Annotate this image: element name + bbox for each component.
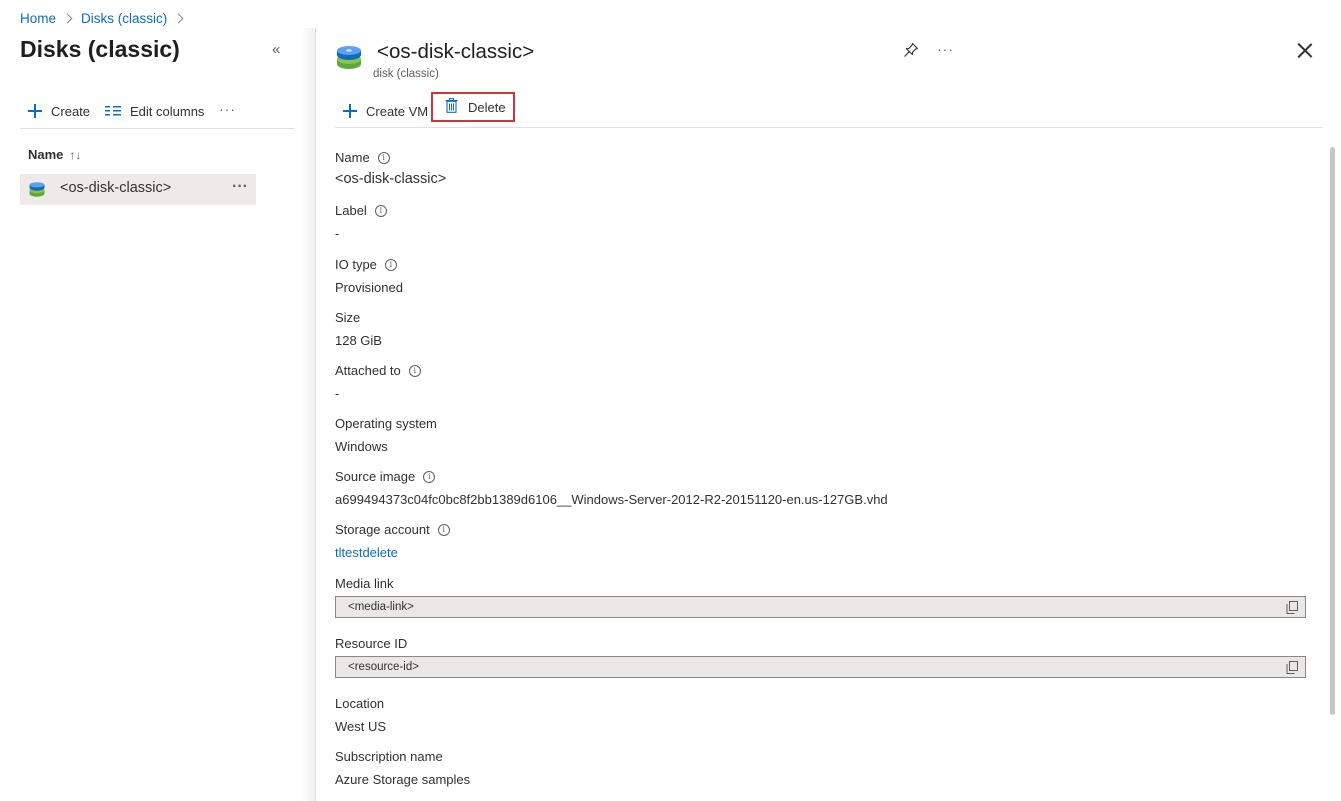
delete-button[interactable]: Delete bbox=[431, 92, 515, 122]
property-io-type: IO type i Provisioned bbox=[335, 257, 403, 295]
edit-columns-icon bbox=[105, 105, 121, 117]
media-link-field[interactable]: <media-link> bbox=[335, 596, 1306, 618]
breadcrumb-disks-link[interactable]: Disks (classic) bbox=[81, 11, 167, 26]
scrollbar[interactable] bbox=[1330, 147, 1335, 715]
resource-id-value: <resource-id> bbox=[348, 661, 419, 673]
create-button-label: Create bbox=[51, 103, 91, 119]
property-label: Label bbox=[335, 203, 367, 218]
list-item[interactable]: <os-disk-classic> ··· bbox=[20, 174, 256, 205]
property-value: West US bbox=[335, 719, 387, 734]
property-value: Provisioned bbox=[335, 280, 403, 295]
property-value: Azure Storage samples bbox=[335, 772, 471, 787]
name-column-header[interactable]: Name ↑↓ bbox=[28, 147, 81, 162]
property-location: Location West US bbox=[335, 696, 386, 734]
info-icon[interactable]: i bbox=[374, 204, 387, 217]
detail-subtitle: disk (classic) bbox=[373, 68, 439, 80]
close-icon[interactable] bbox=[1297, 43, 1312, 58]
property-value: 128 GiB bbox=[335, 333, 382, 348]
breadcrumb: Home Disks (classic) bbox=[20, 9, 192, 27]
property-label: IO type bbox=[335, 257, 377, 272]
resource-id-field[interactable]: <resource-id> bbox=[335, 656, 1306, 678]
create-button[interactable]: Create bbox=[28, 100, 90, 122]
sort-icon[interactable]: ↑↓ bbox=[69, 148, 81, 162]
property-value: <os-disk-classic> bbox=[335, 171, 447, 187]
property-attached-to: Attached to i - bbox=[335, 363, 421, 401]
info-icon[interactable]: i bbox=[437, 523, 450, 536]
property-name: Name i <os-disk-classic> bbox=[335, 150, 446, 187]
trash-icon bbox=[445, 97, 458, 116]
property-label: Storage account bbox=[335, 522, 430, 537]
breadcrumb-separator-icon bbox=[173, 13, 184, 23]
property-label: Operating system bbox=[335, 416, 437, 431]
property-source-image: Source image i a699494373c04fc0bc8f2bb138… bbox=[335, 469, 888, 507]
header-more-button[interactable]: ··· bbox=[937, 41, 954, 57]
pane-shadow bbox=[300, 28, 316, 801]
create-vm-button[interactable]: Create VM bbox=[343, 100, 428, 122]
pin-icon[interactable] bbox=[903, 42, 919, 61]
left-toolbar: Create Edit columns ··· bbox=[20, 98, 295, 129]
plus-icon bbox=[343, 104, 357, 118]
property-storage-account: Storage account i tltestdelete bbox=[335, 522, 450, 560]
info-icon[interactable]: i bbox=[423, 470, 436, 483]
disk-icon bbox=[336, 45, 362, 74]
list-item-label: <os-disk-classic> bbox=[60, 180, 172, 196]
row-more-button[interactable]: ··· bbox=[232, 178, 248, 196]
info-icon[interactable]: i bbox=[384, 258, 397, 271]
property-media-link-label: Media link bbox=[335, 576, 394, 591]
collapse-icon[interactable]: « bbox=[272, 42, 286, 58]
property-label: Source image bbox=[335, 469, 416, 484]
property-label: Media link bbox=[335, 576, 394, 591]
property-operating-system: Operating system Windows bbox=[335, 416, 437, 454]
edit-columns-label: Edit columns bbox=[130, 103, 205, 119]
plus-icon bbox=[28, 104, 42, 118]
copy-icon[interactable] bbox=[1286, 661, 1298, 677]
info-icon[interactable]: i bbox=[377, 151, 390, 164]
breadcrumb-separator-icon bbox=[62, 13, 73, 23]
page-title: Disks (classic) bbox=[20, 36, 180, 62]
copy-icon[interactable] bbox=[1286, 601, 1298, 617]
property-label: Name bbox=[335, 150, 370, 165]
property-value: a699494373c04fc0bc8f2bb1389d6106__Window… bbox=[335, 492, 888, 507]
property-label: Subscription name bbox=[335, 749, 443, 764]
edit-columns-button[interactable]: Edit columns bbox=[105, 100, 204, 122]
media-link-value: <media-link> bbox=[348, 601, 414, 613]
name-column-label: Name bbox=[28, 147, 64, 162]
disk-icon bbox=[29, 182, 45, 201]
property-label-field: Label i - bbox=[335, 203, 387, 241]
property-label: Size bbox=[335, 310, 361, 325]
property-label: Resource ID bbox=[335, 636, 408, 651]
delete-label: Delete bbox=[468, 99, 506, 115]
property-label: Location bbox=[335, 696, 385, 711]
property-resource-id-label: Resource ID bbox=[335, 636, 407, 651]
pane-divider bbox=[315, 28, 316, 801]
breadcrumb-home-link[interactable]: Home bbox=[20, 11, 56, 26]
create-vm-label: Create VM bbox=[366, 103, 429, 119]
property-value: Windows bbox=[335, 439, 388, 454]
property-value: - bbox=[335, 386, 340, 401]
property-label: Attached to bbox=[335, 363, 401, 378]
detail-toolbar: Create VM Delete bbox=[335, 92, 1322, 128]
property-value: - bbox=[335, 226, 340, 241]
left-toolbar-more-button[interactable]: ··· bbox=[219, 98, 236, 120]
detail-title: <os-disk-classic> bbox=[377, 40, 535, 63]
property-subscription: Subscription name Azure Storage samples bbox=[335, 749, 470, 787]
storage-account-link[interactable]: tltestdelete bbox=[335, 545, 450, 560]
info-icon[interactable]: i bbox=[408, 364, 421, 377]
property-size: Size 128 GiB bbox=[335, 310, 382, 348]
